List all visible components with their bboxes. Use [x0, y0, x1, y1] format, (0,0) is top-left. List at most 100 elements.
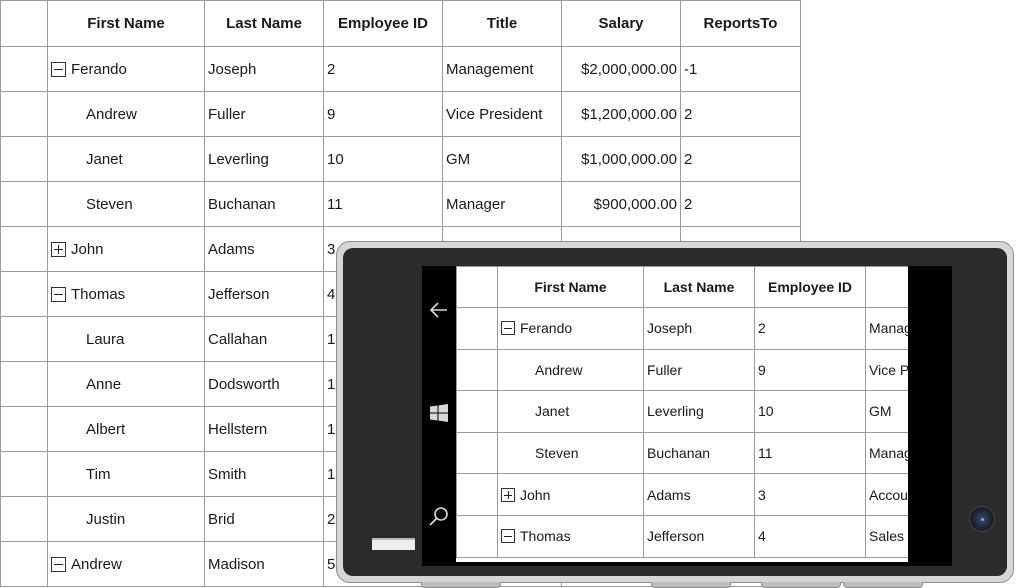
phone-last-name-cell: Jefferson: [644, 515, 755, 558]
row-indicator[interactable]: [1, 362, 48, 407]
phone-first-name-text: Janet: [535, 403, 570, 420]
collapse-icon[interactable]: [501, 529, 515, 544]
header-title[interactable]: Title: [443, 0, 562, 47]
row-indicator[interactable]: [1, 272, 48, 317]
reports-to-cell: 2: [681, 182, 801, 227]
row-indicator[interactable]: [1, 542, 48, 587]
phone-title-cell: Sales: [866, 516, 908, 558]
phone-row-indicator[interactable]: [456, 432, 498, 475]
title-cell: Management: [443, 47, 562, 92]
expand-icon[interactable]: [51, 241, 66, 257]
phone-last-name-cell: Leverling: [644, 391, 755, 433]
phone-row-indicator[interactable]: [456, 515, 498, 558]
phone-first-name-text: Thomas: [520, 528, 571, 545]
back-arrow-icon[interactable]: [428, 299, 450, 321]
expand-icon[interactable]: [501, 487, 515, 502]
phone-grid-header-row: First Name Last Name Employee ID: [456, 266, 908, 308]
phone-table-row[interactable]: Andrew Fuller 9 Vice P: [456, 349, 908, 392]
header-employee-id[interactable]: Employee ID: [324, 0, 443, 47]
phone-header-employee-id[interactable]: Employee ID: [755, 266, 866, 308]
phone-side-button[interactable]: [843, 582, 923, 588]
phone-employee-id-cell: 4: [755, 515, 866, 558]
first-name-text: John: [71, 240, 104, 258]
phone-first-name-cell: Ferando: [498, 308, 644, 350]
first-name-cell: Andrew: [48, 542, 205, 587]
table-row[interactable]: Andrew Fuller 9 Vice President $1,200,000.00…: [1, 92, 801, 137]
phone-employee-id-cell: 3: [755, 474, 866, 516]
search-icon[interactable]: [428, 506, 450, 528]
first-name-cell: Albert: [48, 407, 205, 452]
phone-row-indicator[interactable]: [456, 391, 498, 433]
phone-table-row[interactable]: John Adams 3 Accou: [456, 474, 908, 516]
phone-side-button[interactable]: [651, 582, 731, 588]
phone-row-indicator[interactable]: [456, 308, 498, 350]
phone-employee-id-cell: 9: [755, 349, 866, 392]
phone-first-name-cell: Steven: [498, 432, 644, 475]
phone-last-name-cell: Joseph: [644, 308, 755, 350]
last-name-cell: Smith: [205, 452, 324, 497]
first-name-cell: Laura: [48, 317, 205, 362]
phone-emulator: First Name Last Name Employee ID Ferando…: [336, 241, 1014, 588]
phone-table-row[interactable]: Thomas Jefferson 4 Sales: [456, 515, 908, 558]
phone-row-indicator[interactable]: [456, 349, 498, 392]
phone-employee-id-cell: 10: [755, 391, 866, 433]
last-name-cell: Callahan: [205, 317, 324, 362]
phone-side-button[interactable]: [421, 582, 501, 588]
row-indicator[interactable]: [1, 92, 48, 137]
first-name-text: Steven: [86, 195, 133, 213]
employee-id-cell: 11: [324, 182, 443, 227]
windows-icon[interactable]: [428, 402, 450, 424]
row-indicator[interactable]: [1, 317, 48, 362]
employee-id-cell: 10: [324, 137, 443, 182]
first-name-text: Albert: [86, 420, 126, 438]
first-name-cell: Thomas: [48, 272, 205, 317]
first-name-cell: Ferando: [48, 47, 205, 92]
row-indicator[interactable]: [1, 182, 48, 227]
phone-row-indicator[interactable]: [456, 474, 498, 516]
row-indicator[interactable]: [1, 227, 48, 272]
phone-screen: First Name Last Name Employee ID Ferando…: [422, 266, 952, 566]
row-indicator[interactable]: [1, 497, 48, 542]
salary-cell: $2,000,000.00: [562, 47, 681, 92]
table-row[interactable]: Ferando Joseph 2 Management $2,000,000.00 -1: [1, 47, 801, 92]
phone-header-last-name[interactable]: Last Name: [644, 266, 755, 308]
phone-table-row[interactable]: Ferando Joseph 2 Manag: [456, 308, 908, 350]
last-name-cell: Madison: [205, 542, 324, 587]
title-cell: GM: [443, 137, 562, 182]
collapse-icon[interactable]: [51, 286, 66, 302]
collapse-icon[interactable]: [51, 61, 66, 77]
header-row-indicator: [1, 0, 48, 47]
phone-table-row[interactable]: Steven Buchanan 11 Manag: [456, 432, 908, 475]
last-name-cell: Leverling: [205, 137, 324, 182]
first-name-cell: Steven: [48, 182, 205, 227]
table-row[interactable]: Janet Leverling 10 GM $1,000,000.00 2: [1, 137, 801, 182]
collapse-icon[interactable]: [501, 321, 515, 336]
last-name-cell: Hellstern: [205, 407, 324, 452]
header-last-name[interactable]: Last Name: [205, 0, 324, 47]
collapse-icon[interactable]: [51, 556, 66, 572]
phone-tree-grid: First Name Last Name Employee ID Ferando…: [456, 266, 908, 562]
row-indicator[interactable]: [1, 407, 48, 452]
phone-header-title[interactable]: [866, 266, 908, 308]
row-indicator[interactable]: [1, 137, 48, 182]
header-salary[interactable]: Salary: [562, 0, 681, 47]
phone-first-name-text: Ferando: [520, 320, 573, 337]
phone-hardware-bar: [372, 538, 415, 550]
first-name-text: Justin: [86, 510, 126, 528]
header-first-name[interactable]: First Name: [48, 0, 205, 47]
first-name-cell: Tim: [48, 452, 205, 497]
header-reports-to[interactable]: ReportsTo: [681, 0, 801, 47]
phone-header-first-name[interactable]: First Name: [498, 266, 644, 308]
phone-side-button[interactable]: [761, 582, 841, 588]
salary-cell: $900,000.00: [562, 182, 681, 227]
phone-employee-id-cell: 2: [755, 308, 866, 350]
phone-header-row-indicator: [456, 266, 498, 308]
row-indicator[interactable]: [1, 452, 48, 497]
row-indicator[interactable]: [1, 47, 48, 92]
phone-table-row[interactable]: Janet Leverling 10 GM: [456, 391, 908, 433]
phone-first-name-cell: Thomas: [498, 515, 644, 558]
phone-title-cell: Vice P: [866, 350, 908, 392]
phone-bezel: First Name Last Name Employee ID Ferando…: [343, 248, 1007, 576]
last-name-cell: Buchanan: [205, 182, 324, 227]
table-row[interactable]: Steven Buchanan 11 Manager $900,000.00 2: [1, 182, 801, 227]
